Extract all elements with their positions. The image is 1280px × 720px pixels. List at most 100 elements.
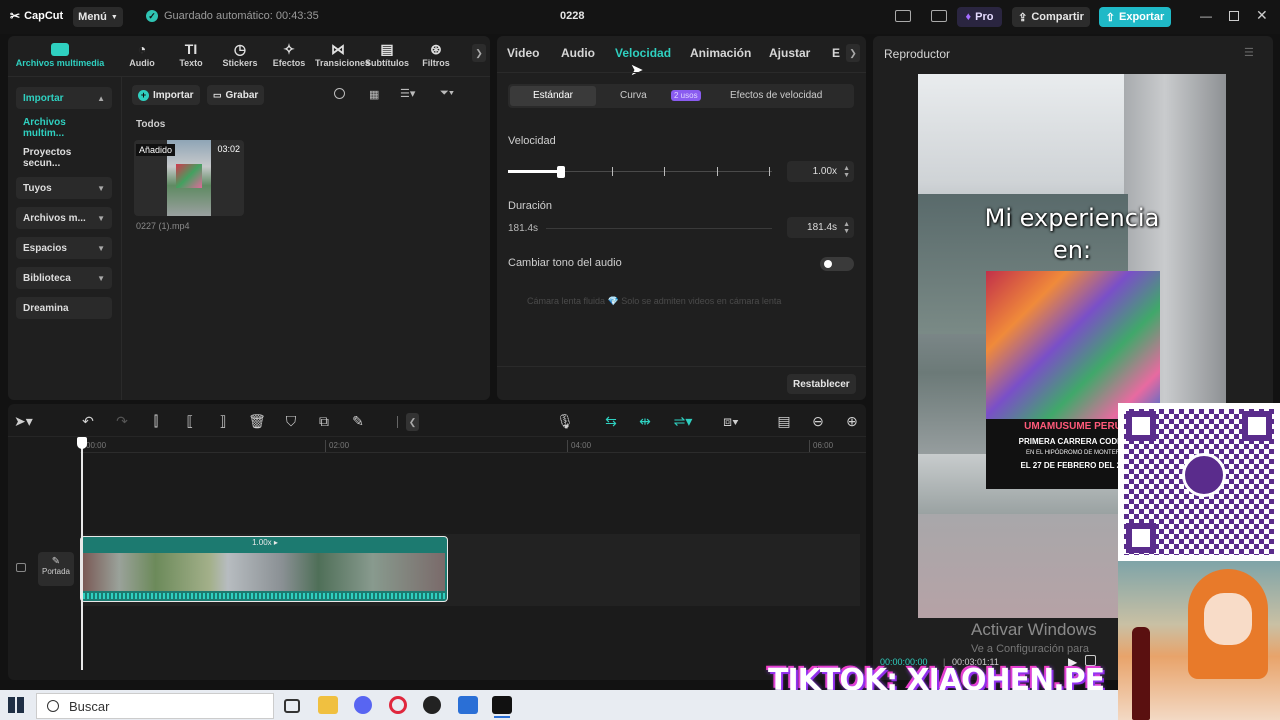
sidebar-item-5[interactable]: Espacios ▼ bbox=[16, 237, 112, 259]
grid-view-icon[interactable]: ▦ bbox=[369, 88, 379, 101]
duration-input[interactable]: 181.4s ▲ ▼ bbox=[787, 217, 854, 238]
tab-text[interactable]: TI Texto bbox=[168, 40, 214, 68]
discord-icon[interactable] bbox=[354, 696, 372, 714]
speed-slider-fill bbox=[508, 170, 561, 173]
pitch-toggle[interactable] bbox=[820, 257, 854, 271]
menu-button[interactable]: Menú ▼ bbox=[73, 7, 123, 27]
chevron-up-icon: ▲ bbox=[97, 93, 105, 103]
layout-icon[interactable] bbox=[895, 10, 911, 22]
poster-art bbox=[986, 271, 1160, 419]
tab-4[interactable]: Ajustar bbox=[769, 46, 810, 60]
audio-icon: ◔ bbox=[137, 41, 147, 57]
sidebar-item-4[interactable]: Archivos m... ▼ bbox=[16, 207, 112, 229]
chevron-down-icon: ▼ bbox=[110, 13, 118, 21]
split-icon[interactable]: ⫿ bbox=[147, 413, 165, 430]
playhead-handle[interactable] bbox=[77, 437, 87, 449]
delete-icon[interactable]: 🗑 bbox=[248, 413, 266, 430]
microphone-icon[interactable]: 🎙 bbox=[556, 413, 574, 430]
video-caption: Mi experiencia en: bbox=[984, 204, 1160, 264]
track-visibility-icon[interactable] bbox=[16, 563, 26, 572]
record-button[interactable]: ▭ Grabar bbox=[207, 85, 265, 105]
tab-2[interactable]: Velocidad bbox=[615, 46, 671, 60]
undo-icon[interactable]: ↶ bbox=[79, 413, 97, 430]
clip-filename: 0227 (1).mp4 bbox=[136, 221, 190, 231]
media-clip-thumbnail[interactable]: Añadido 03:02 bbox=[134, 140, 244, 216]
props-next-icon[interactable]: ❯ bbox=[846, 44, 860, 62]
anime-face bbox=[1204, 593, 1252, 645]
project-title[interactable]: 0228 bbox=[560, 10, 584, 22]
obs-icon[interactable] bbox=[423, 696, 441, 714]
tab-transition[interactable]: ⋈ Transiciones bbox=[315, 40, 370, 69]
qr-finder bbox=[1126, 411, 1156, 441]
preview-axis-icon[interactable]: ⧈▾ bbox=[716, 413, 746, 430]
windows-start-icon[interactable] bbox=[8, 697, 24, 713]
task-view-icon[interactable] bbox=[284, 699, 300, 713]
capcut-taskbar-icon[interactable] bbox=[492, 696, 512, 714]
sidebar-item-2[interactable]: Proyectos secun... bbox=[16, 147, 112, 169]
crop-icon[interactable]: ⧉ bbox=[315, 413, 333, 430]
split-left-icon[interactable]: ⟦ bbox=[181, 413, 199, 430]
search-icon[interactable] bbox=[334, 88, 345, 99]
zoom-in-icon[interactable]: ⊕ bbox=[843, 413, 861, 430]
tab-audio[interactable]: ◔ Audio bbox=[119, 40, 165, 68]
pro-button[interactable]: ♦ Pro bbox=[957, 7, 1002, 27]
stepper-icon[interactable]: ▲ ▼ bbox=[843, 165, 850, 179]
minimize-icon[interactable]: — bbox=[1200, 9, 1212, 23]
link-icon[interactable]: ⇌▾ bbox=[668, 413, 698, 430]
tab-3[interactable]: Animación bbox=[690, 46, 751, 60]
ruler-label: 06:00 bbox=[813, 441, 834, 450]
tab-media[interactable]: Archivos multimedia bbox=[12, 40, 108, 68]
stepper-icon[interactable]: ▲ ▼ bbox=[843, 221, 850, 235]
auto-snap-icon[interactable]: ⇹ bbox=[634, 413, 656, 430]
tab-sticker[interactable]: ◷ Stickers bbox=[217, 40, 263, 69]
magnet-main-icon[interactable]: ⇆ bbox=[600, 413, 622, 430]
player-menu-icon[interactable]: ☰ bbox=[1244, 46, 1254, 59]
cover-button[interactable]: ✎ Portada bbox=[38, 552, 74, 586]
yape-logo bbox=[1182, 453, 1226, 497]
sidebar-item-1[interactable]: Archivos multim... bbox=[16, 117, 112, 139]
share-button[interactable]: ⇪ Compartir bbox=[1012, 7, 1090, 27]
zoom-out-icon[interactable]: ⊖ bbox=[809, 413, 827, 430]
tab-filter[interactable]: ⊛ Filtros bbox=[413, 40, 459, 69]
tab-effects[interactable]: ✧ Efectos bbox=[266, 40, 312, 69]
yape-qr-code bbox=[1118, 403, 1280, 561]
speed-slider[interactable] bbox=[508, 165, 772, 179]
opera-icon[interactable] bbox=[389, 696, 407, 714]
sidebar-divider bbox=[121, 77, 122, 400]
subtab-standard[interactable]: Estándar bbox=[510, 86, 596, 106]
clip-audio-wave bbox=[83, 593, 445, 599]
tab-subtitle[interactable]: ▤ Subtítulos bbox=[364, 40, 410, 69]
ai-edit-icon[interactable]: ✎ bbox=[349, 413, 367, 430]
sidebar-item-7[interactable]: Dreamina bbox=[16, 297, 112, 319]
reset-button[interactable]: Restablecer bbox=[787, 374, 856, 394]
speed-slider-handle[interactable] bbox=[556, 166, 565, 178]
subtab-speed-effects[interactable]: Efectos de velocidad bbox=[730, 90, 822, 101]
file-explorer-icon[interactable] bbox=[318, 696, 338, 714]
redo-icon[interactable]: ↷ bbox=[113, 413, 131, 430]
sidebar-item-3[interactable]: Tuyos ▼ bbox=[16, 177, 112, 199]
caption-icon[interactable]: ▤ bbox=[775, 413, 793, 430]
collapse-toolbar-icon[interactable]: ❮ bbox=[406, 413, 419, 431]
timeline-clip[interactable]: 1.00x ▸ bbox=[80, 536, 448, 602]
select-tool-icon[interactable]: ➤▾ bbox=[14, 413, 33, 430]
speed-input[interactable]: 1.00x ▲ ▼ bbox=[787, 161, 854, 182]
shield-icon[interactable]: ⛉ bbox=[282, 413, 300, 430]
maximize-icon[interactable] bbox=[1229, 11, 1239, 21]
taskbar-search[interactable]: Buscar bbox=[36, 693, 274, 719]
tab-0[interactable]: Video bbox=[507, 46, 539, 60]
photos-icon[interactable] bbox=[458, 696, 478, 714]
close-icon[interactable]: ✕ bbox=[1256, 7, 1268, 24]
tabs-next-icon[interactable]: ❯ bbox=[472, 44, 486, 62]
playhead[interactable] bbox=[81, 440, 83, 670]
export-button[interactable]: ⇧ Exportar bbox=[1099, 7, 1171, 27]
shortcut-icon[interactable] bbox=[931, 10, 947, 22]
tab-1[interactable]: Audio bbox=[561, 46, 595, 60]
import-button[interactable]: + Importar bbox=[132, 85, 200, 105]
split-right-icon[interactable]: ⟧ bbox=[214, 413, 232, 430]
sidebar-item-6[interactable]: Biblioteca ▼ bbox=[16, 267, 112, 289]
subtab-curve[interactable]: Curva bbox=[620, 90, 647, 101]
sort-icon[interactable]: ☰▾ bbox=[400, 87, 415, 100]
tab-5[interactable]: E bbox=[832, 46, 840, 60]
sidebar-item-0[interactable]: Importar ▲ bbox=[16, 87, 112, 109]
filter-icon[interactable]: ⏷▾ bbox=[440, 87, 454, 100]
